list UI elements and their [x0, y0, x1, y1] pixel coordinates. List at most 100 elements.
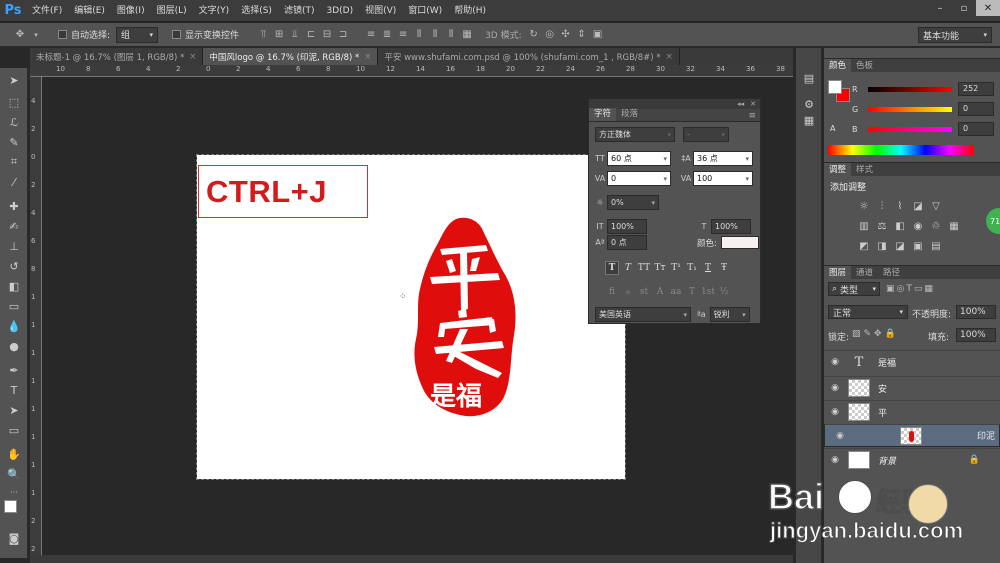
move-tool-icon[interactable]: ✥	[14, 29, 26, 41]
tab-adjustments[interactable]: 调整	[824, 162, 852, 177]
photo-filter-icon[interactable]: ◉	[912, 220, 924, 232]
align-right-icon[interactable]: ⊐	[337, 29, 349, 41]
color-spectrum[interactable]	[828, 145, 974, 155]
auto-align-icon[interactable]: ▦	[461, 29, 473, 41]
show-transform-checkbox[interactable]	[172, 30, 182, 39]
tab-paths[interactable]: 路径	[878, 266, 905, 280]
ordinals-button[interactable]: 1st	[701, 285, 715, 299]
tab-character[interactable]: 字符	[589, 108, 617, 121]
shape-tool-icon[interactable]: ▭	[6, 422, 22, 438]
auto-select-checkbox[interactable]	[58, 30, 67, 39]
titling-alt-button[interactable]: T	[685, 285, 699, 299]
tab-layers[interactable]: 图层	[824, 265, 852, 280]
vertical-scale-field[interactable]: 100%	[607, 219, 647, 234]
show-transform-option[interactable]: 显示变换控件	[172, 28, 239, 41]
close-icon[interactable]: ×	[189, 52, 196, 62]
threshold-icon[interactable]: ◪	[894, 240, 906, 252]
tab-channels[interactable]: 通道	[851, 266, 878, 280]
underline-button[interactable]: T	[701, 261, 715, 275]
superscript-button[interactable]: T¹	[669, 261, 683, 275]
color-balance-icon[interactable]: ⚖	[876, 220, 888, 232]
blend-mode-dropdown[interactable]: 正常 ▾	[828, 305, 908, 319]
distribute-top-icon[interactable]: ≡	[365, 29, 377, 41]
swash-button[interactable]: A	[653, 285, 667, 299]
panel-menu-icon[interactable]: ≡	[748, 111, 756, 121]
collapse-icon[interactable]: ◂◂	[737, 100, 744, 108]
brush-tool-icon[interactable]: ✍	[6, 218, 22, 234]
font-style-dropdown[interactable]: - ▾	[683, 127, 729, 142]
tsume-field[interactable]: 0% ▾	[607, 195, 659, 210]
eye-icon[interactable]: ◉	[824, 455, 846, 465]
hand-tool-icon[interactable]: ✋	[6, 446, 22, 462]
menu-help[interactable]: 帮助(H)	[448, 0, 492, 22]
faux-italic-button[interactable]: T	[621, 261, 635, 275]
chevron-down-icon[interactable]: ▾	[30, 29, 42, 41]
marquee-tool-icon[interactable]: ⬚	[6, 94, 22, 110]
align-vcenter-icon[interactable]: ⊞	[273, 29, 285, 41]
strikethrough-button[interactable]: Ŧ	[717, 261, 731, 275]
channel-mixer-icon[interactable]: ♲	[930, 220, 942, 232]
contextual-alt-button[interactable]: ℴ	[621, 285, 635, 299]
menu-3d[interactable]: 3D(D)	[320, 0, 359, 22]
type-tool-icon[interactable]: T	[6, 382, 22, 398]
brightness-icon[interactable]: ☼	[858, 200, 870, 212]
align-bottom-icon[interactable]: ⫫	[289, 29, 301, 41]
foreground-color-swatch[interactable]	[4, 500, 17, 513]
menu-filter[interactable]: 滤镜(T)	[278, 0, 321, 22]
fractions-button[interactable]: ½	[717, 285, 731, 299]
kerning-field[interactable]: 0 ▾	[607, 171, 671, 186]
tab-color[interactable]: 颜色	[824, 58, 852, 73]
hue-saturation-icon[interactable]: ▥	[858, 220, 870, 232]
auto-select-dropdown[interactable]: 组 ▾	[116, 26, 159, 43]
channel-g-field[interactable]: 0	[958, 102, 994, 116]
channel-b-slider[interactable]	[868, 126, 952, 132]
lasso-tool-icon[interactable]: ℒ	[6, 114, 22, 130]
dodge-tool-icon[interactable]: ●	[6, 338, 22, 354]
quick-mask-icon[interactable]: ◙	[6, 530, 22, 546]
3d-scale-icon[interactable]: ▣	[592, 29, 604, 41]
menu-file[interactable]: 文件(F)	[26, 0, 68, 22]
blur-tool-icon[interactable]: 💧	[6, 318, 22, 334]
crop-tool-icon[interactable]: ⌗	[6, 154, 22, 170]
distribute-right-icon[interactable]: ⦀	[445, 29, 457, 41]
move-tool-icon[interactable]: ➤	[6, 72, 22, 88]
small-caps-button[interactable]: Tт	[653, 261, 667, 275]
color-foreground-swatch[interactable]	[828, 80, 842, 94]
menu-select[interactable]: 选择(S)	[235, 0, 278, 22]
eraser-tool-icon[interactable]: ◧	[6, 278, 22, 294]
text-color-swatch[interactable]	[720, 236, 759, 249]
lock-icons[interactable]: ▨✎✥🔒	[852, 329, 899, 339]
align-top-icon[interactable]: ⫪	[257, 29, 269, 41]
channel-b-field[interactable]: 0	[958, 122, 994, 136]
antialias-dropdown[interactable]: 锐利 ▾	[709, 307, 750, 322]
layer-row-selected[interactable]: ◉ 印泥	[824, 424, 1000, 447]
close-icon[interactable]: ✕	[750, 100, 756, 108]
3d-roll-icon[interactable]: ◎	[544, 29, 556, 41]
vibrance-icon[interactable]: ▽	[930, 200, 942, 212]
3d-rotate-icon[interactable]: ↻	[528, 29, 540, 41]
eye-icon[interactable]: ◉	[829, 431, 851, 441]
subscript-button[interactable]: T₁	[685, 261, 699, 275]
more-tools-icon[interactable]: ···	[6, 484, 22, 500]
font-family-dropdown[interactable]: 方正魏体 ▾	[595, 127, 675, 142]
layer-row[interactable]: ◉ 安	[824, 376, 1000, 399]
path-select-tool-icon[interactable]: ➤	[6, 402, 22, 418]
gradient-map-icon[interactable]: ▤	[930, 240, 942, 252]
eyedropper-tool-icon[interactable]: ⁄	[6, 174, 22, 190]
tab-untitled[interactable]: 未标题-1 @ 16.7% (图层 1, RGB/8) * ×	[30, 48, 204, 65]
menu-type[interactable]: 文字(Y)	[193, 0, 236, 22]
faux-bold-button[interactable]: T	[605, 261, 619, 275]
layer-filter-icons[interactable]: ▣◎T▭▦	[886, 284, 935, 294]
workspace-dropdown[interactable]: 基本功能 ▾	[918, 27, 992, 43]
healing-brush-tool-icon[interactable]: ✚	[6, 198, 22, 214]
horizontal-scale-field[interactable]: 100%	[711, 219, 751, 234]
levels-icon[interactable]: ⫶	[876, 200, 888, 212]
layer-filter-dropdown[interactable]: ⌕ 类型 ▾	[828, 282, 880, 296]
restore-button[interactable]: ▫	[952, 0, 976, 16]
fill-field[interactable]: 100%	[956, 328, 996, 342]
color-lookup-icon[interactable]: ▦	[948, 220, 960, 232]
close-button[interactable]: ✕	[976, 0, 1000, 16]
tab-paragraph[interactable]: 段落	[616, 108, 643, 121]
selective-color-icon[interactable]: ▣	[912, 240, 924, 252]
eye-icon[interactable]: ◉	[824, 357, 846, 367]
